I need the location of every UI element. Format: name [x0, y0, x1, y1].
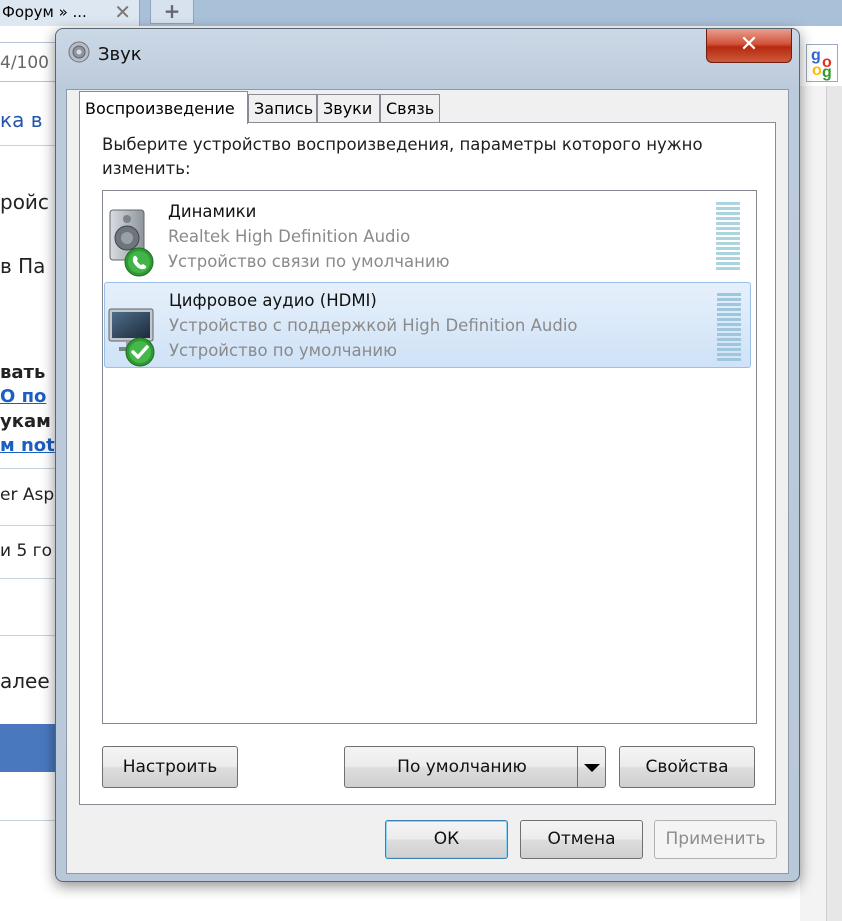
bg-text: ройс [0, 190, 49, 214]
tab-sounds[interactable]: Звуки [317, 94, 380, 123]
device-status: Устройство связи по умолчанию [168, 252, 450, 271]
bg-text: укам [0, 411, 51, 432]
device-driver: Realtek High Definition Audio [168, 227, 411, 246]
list-item-speakers[interactable]: Динамики Realtek High Definition Audio У… [104, 192, 751, 278]
volume-meter [717, 293, 741, 361]
bg-text: в Па [0, 254, 46, 278]
device-name: Цифровое аудио (HDMI) [169, 291, 377, 310]
check-badge-icon [125, 337, 155, 367]
dialog-title: Звук [98, 44, 142, 65]
properties-button[interactable]: Свойства [619, 746, 755, 788]
bg-divider [0, 635, 58, 636]
list-item-hdmi[interactable]: Цифровое аудио (HDMI) Устройство с подде… [104, 282, 751, 368]
playback-panel: Выберите устройство воспроизведения, пар… [79, 122, 776, 805]
tab-communications[interactable]: Связь [380, 94, 440, 123]
bg-text: алее [0, 669, 50, 693]
bg-divider [0, 468, 58, 469]
browser-tab[interactable]: Форум » ... ✕ [0, 0, 140, 26]
bg-link[interactable]: м not [0, 435, 58, 456]
bg-divider [0, 578, 58, 579]
device-driver: Устройство с поддержкой High Definition … [169, 316, 578, 335]
dialog-body: Воспроизведение Запись Звуки Связь Выбер… [66, 89, 789, 874]
tab-recording[interactable]: Запись [248, 94, 317, 123]
close-tab-icon[interactable]: ✕ [114, 0, 131, 24]
bg-text: ка в [0, 108, 43, 132]
bg-divider [0, 145, 58, 146]
browser-scrollbar[interactable] [826, 86, 842, 921]
bg-text: и 5 го [0, 541, 53, 561]
instruction-text: Выберите устройство воспроизведения, пар… [102, 135, 703, 178]
browser-address-fragment[interactable]: 4/100 [0, 42, 58, 82]
cancel-button[interactable]: Отмена [520, 820, 643, 859]
ok-button[interactable]: ОК [385, 820, 508, 859]
speaker-title-icon [68, 41, 90, 63]
dialog-titlebar[interactable]: Звук ✕ [56, 29, 799, 83]
phone-badge-icon [124, 247, 154, 277]
device-status: Устройство по умолчанию [169, 341, 398, 360]
device-name: Динамики [168, 202, 257, 221]
tab-playback[interactable]: Воспроизведение [79, 91, 248, 124]
google-icon[interactable]: g o o g [806, 44, 838, 82]
volume-meter [716, 202, 740, 270]
close-button[interactable]: ✕ [706, 29, 792, 63]
new-tab-button[interactable]: + [150, 0, 194, 24]
set-default-label: По умолчанию [397, 757, 527, 777]
bg-banner [0, 724, 58, 772]
device-list[interactable]: Динамики Realtek High Definition Audio У… [102, 190, 757, 724]
configure-button[interactable]: Настроить [102, 746, 238, 788]
bg-divider [0, 820, 58, 821]
bg-divider [0, 525, 58, 526]
bg-text: вать [0, 362, 46, 383]
apply-button[interactable]: Применить [654, 820, 777, 859]
sound-dialog: Звук ✕ Воспроизведение Запись Звуки Связ… [55, 28, 800, 882]
dropdown-arrow-icon[interactable] [577, 747, 605, 787]
bg-link[interactable]: О по [0, 386, 58, 407]
browser-tab-title: Форум » ... [2, 3, 87, 21]
set-default-button[interactable]: По умолчанию [344, 746, 606, 788]
bg-text: er Asp [0, 485, 55, 505]
browser-tabbar: Форум » ... ✕ + [0, 0, 842, 26]
